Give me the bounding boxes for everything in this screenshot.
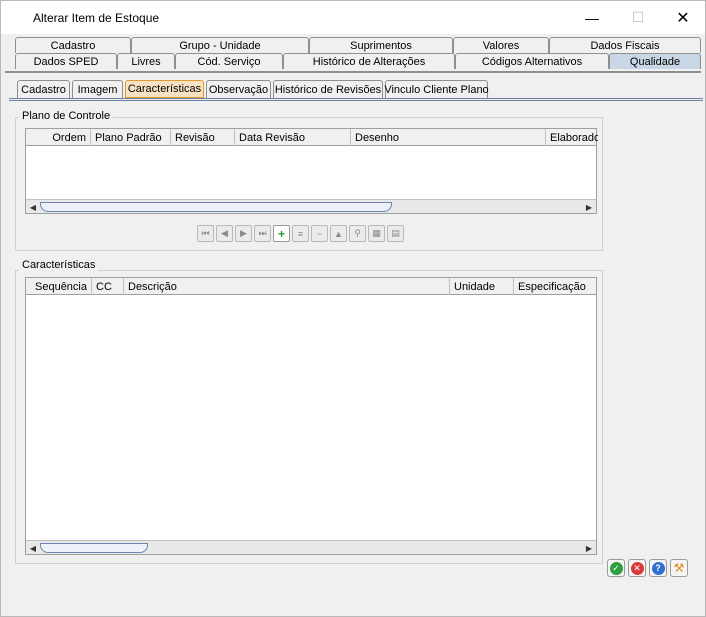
confirm-icon: ✓ bbox=[609, 561, 623, 575]
sub-tabs-divider bbox=[9, 98, 703, 101]
prior-icon[interactable]: ◀ bbox=[216, 225, 233, 242]
action-buttons: ✓ ✕ ? ⚒ bbox=[607, 559, 688, 577]
subtab-caracteristicas[interactable]: Características bbox=[125, 80, 204, 98]
grid-icon[interactable]: ▦ bbox=[368, 225, 385, 242]
edit-icon[interactable]: ≡ bbox=[292, 225, 309, 242]
scroll-right-icon[interactable]: ▶ bbox=[582, 200, 596, 214]
col-plano-padrao[interactable]: Plano Padrão bbox=[91, 129, 171, 146]
subtab-vinculo-cliente-plano[interactable]: Vinculo Cliente Plano bbox=[384, 80, 489, 98]
plano-controle-hscroll[interactable]: ◀ ▶ bbox=[26, 199, 596, 213]
caracteristicas-grid[interactable]: Sequência CC Descrição Unidade Especific… bbox=[25, 277, 597, 555]
next-icon[interactable]: ▶ bbox=[235, 225, 252, 242]
search-icon[interactable]: ⚲ bbox=[349, 225, 366, 242]
main-tabs-row-2: Dados SPED Livres Cód. Serviço Histórico… bbox=[13, 53, 701, 69]
caracteristicas-hscroll[interactable]: ◀ ▶ bbox=[26, 540, 596, 554]
window: Alterar Item de Estoque — ☐ ✕ Cadastro G… bbox=[0, 0, 706, 617]
minimize-button[interactable]: — bbox=[569, 1, 615, 34]
scroll-left-icon[interactable]: ◀ bbox=[26, 541, 40, 555]
col-desenho[interactable]: Desenho bbox=[351, 129, 546, 146]
tab-cadastro[interactable]: Cadastro bbox=[15, 37, 131, 53]
tools-icon: ⚒ bbox=[673, 561, 685, 575]
title-bar: Alterar Item de Estoque — ☐ ✕ bbox=[1, 1, 705, 34]
subtab-observacao[interactable]: Observação bbox=[206, 80, 271, 98]
grid-navigator: ⏮ ◀ ▶ ⏭ + ≡ − ▲ ⚲ ▦ ▤ bbox=[197, 225, 404, 245]
tab-codigos-alternativos[interactable]: Códigos Alternativos bbox=[455, 53, 609, 69]
main-tabs-divider bbox=[5, 71, 701, 73]
main-tabs-row-1: Cadastro Grupo - Unidade Suprimentos Val… bbox=[13, 37, 701, 53]
help-button[interactable]: ? bbox=[649, 559, 667, 577]
subtab-imagem[interactable]: Imagem bbox=[72, 80, 123, 98]
export-icon[interactable]: ▤ bbox=[387, 225, 404, 242]
col-elaborado[interactable]: Elaborado bbox=[546, 129, 598, 146]
insert-icon[interactable]: + bbox=[273, 225, 290, 242]
col-ordem[interactable]: Ordem bbox=[26, 129, 91, 146]
tools-button[interactable]: ⚒ bbox=[670, 559, 688, 577]
tab-livres[interactable]: Livres bbox=[117, 53, 175, 69]
tab-grupo-unidade[interactable]: Grupo - Unidade bbox=[131, 37, 309, 53]
col-cc[interactable]: CC bbox=[92, 278, 124, 295]
col-descricao[interactable]: Descrição bbox=[124, 278, 450, 295]
col-sequencia[interactable]: Sequência bbox=[26, 278, 92, 295]
tab-qualidade[interactable]: Qualidade bbox=[609, 53, 701, 69]
last-icon[interactable]: ⏭ bbox=[254, 225, 271, 242]
scroll-thumb[interactable] bbox=[40, 202, 392, 212]
scroll-thumb[interactable] bbox=[40, 543, 148, 553]
caracteristicas-title: Características bbox=[19, 259, 99, 271]
col-unidade[interactable]: Unidade bbox=[450, 278, 514, 295]
col-especificacao[interactable]: Especificação bbox=[514, 278, 598, 295]
subtab-cadastro[interactable]: Cadastro bbox=[17, 80, 70, 98]
plano-controle-title: Plano de Controle bbox=[19, 110, 114, 122]
cancel-button[interactable]: ✕ bbox=[628, 559, 646, 577]
delete-icon[interactable]: − bbox=[311, 225, 328, 242]
tab-historico-alteracoes[interactable]: Histórico de Alterações bbox=[283, 53, 455, 69]
confirm-button[interactable]: ✓ bbox=[607, 559, 625, 577]
col-revisao[interactable]: Revisão bbox=[171, 129, 235, 146]
main-tabs: Cadastro Grupo - Unidade Suprimentos Val… bbox=[13, 37, 701, 69]
close-button[interactable]: ✕ bbox=[660, 1, 706, 34]
window-title: Alterar Item de Estoque bbox=[33, 11, 160, 25]
maximize-button[interactable]: ☐ bbox=[615, 1, 661, 34]
caracteristicas-grid-header: Sequência CC Descrição Unidade Especific… bbox=[26, 278, 596, 295]
plano-controle-grid[interactable]: Ordem Plano Padrão Revisão Data Revisão … bbox=[25, 128, 598, 214]
tab-cod-servico[interactable]: Cód. Serviço bbox=[175, 53, 283, 69]
plano-controle-grid-header: Ordem Plano Padrão Revisão Data Revisão … bbox=[26, 129, 598, 146]
scroll-right-icon[interactable]: ▶ bbox=[582, 541, 596, 555]
tab-dados-sped[interactable]: Dados SPED bbox=[15, 53, 117, 69]
first-icon[interactable]: ⏮ bbox=[197, 225, 214, 242]
tab-suprimentos[interactable]: Suprimentos bbox=[309, 37, 453, 53]
subtab-historico-revisoes[interactable]: Histórico de Revisões bbox=[273, 80, 383, 98]
help-icon: ? bbox=[651, 561, 665, 575]
col-data-revisao[interactable]: Data Revisão bbox=[235, 129, 351, 146]
scroll-left-icon[interactable]: ◀ bbox=[26, 200, 40, 214]
tab-dados-fiscais[interactable]: Dados Fiscais bbox=[549, 37, 701, 53]
tab-valores[interactable]: Valores bbox=[453, 37, 549, 53]
up-icon[interactable]: ▲ bbox=[330, 225, 347, 242]
cancel-icon: ✕ bbox=[630, 561, 644, 575]
